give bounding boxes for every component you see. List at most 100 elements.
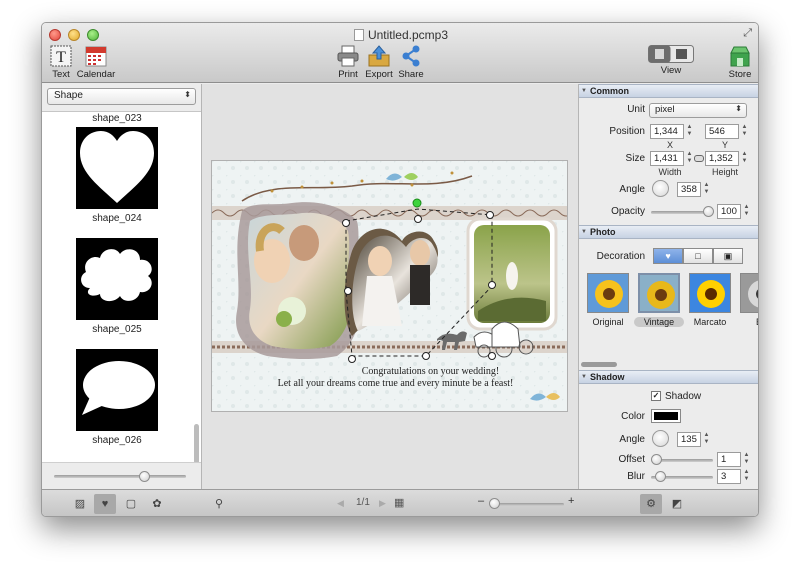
app-window: Untitled.pcmp3 ⤢ T Text Calendar Print E… <box>41 22 759 517</box>
shadow-blur-knob[interactable] <box>655 471 666 482</box>
zoom-knob[interactable] <box>489 498 500 509</box>
size-height-stepper[interactable]: ▲ ▼ <box>741 151 748 166</box>
opacity-knob[interactable] <box>703 206 714 217</box>
photo-section-header[interactable]: Photo <box>579 225 758 239</box>
size-width-field[interactable]: 1,431 <box>650 151 684 166</box>
shadow-offset-knob[interactable] <box>651 454 662 465</box>
toolbar: Untitled.pcmp3 ⤢ T Text Calendar Print E… <box>42 23 758 83</box>
common-section-header[interactable]: Common <box>579 84 758 98</box>
angle-stepper[interactable]: ▲ ▼ <box>703 182 710 197</box>
print-label: Print <box>338 69 358 80</box>
shapes-tab-button[interactable]: ♥ <box>94 494 116 514</box>
angle-dial[interactable] <box>652 180 669 197</box>
greeting-line-2: Let all your dreams come true and every … <box>277 378 514 389</box>
shadow-angle-stepper[interactable]: ▲ ▼ <box>703 432 710 447</box>
calendar-tool-button[interactable]: Calendar <box>76 45 116 80</box>
decoration-frame-segment[interactable]: □ <box>683 248 713 264</box>
shape-item-024[interactable]: shape_024 <box>42 127 192 224</box>
decoration-heart-segment[interactable]: ♥ <box>653 248 683 264</box>
size-width-stepper[interactable]: ▲ ▼ <box>686 151 693 166</box>
filter-vintage-thumbnail[interactable] <box>638 273 680 313</box>
filter-original-thumbnail[interactable] <box>587 273 629 313</box>
filter-bw-label: B& <box>737 317 758 327</box>
design-canvas[interactable]: Congratulations on your wedding! Let all… <box>211 160 568 412</box>
calendar-icon <box>85 46 107 67</box>
card-greeting-text[interactable]: Congratulations on your wedding! Let all… <box>212 366 567 390</box>
decoration-image-segment[interactable]: ▣ <box>713 248 743 264</box>
text-icon: T <box>50 45 72 67</box>
shadow-blur-stepper[interactable]: ▲ ▼ <box>743 469 750 484</box>
view-toggle-icon <box>648 45 694 63</box>
shadow-offset-label: Offset <box>618 454 646 465</box>
filter-original-label: Original <box>592 317 624 327</box>
position-x-stepper[interactable]: ▲ ▼ <box>686 124 693 139</box>
opacity-field[interactable]: 100 <box>717 204 741 219</box>
clipart-tab-button[interactable]: ✿ <box>146 494 168 514</box>
position-x-field[interactable]: 1,344 <box>650 124 684 139</box>
shape-library-panel: Shape ⬍ shape_023 shape_024 shape_025 sh… <box>42 84 202 489</box>
canvas-area: Congratulations on your wedding! Let all… <box>202 84 578 489</box>
angle-field[interactable]: 358 <box>677 182 701 197</box>
zoom-in-button[interactable]: + <box>568 495 574 507</box>
position-y-stepper[interactable]: ▲ ▼ <box>741 124 748 139</box>
book-icon[interactable]: ▦ <box>394 496 404 509</box>
shadow-color-well[interactable] <box>651 409 681 423</box>
zoom-fit-button[interactable]: ⚲ <box>208 494 230 514</box>
fullscreen-icon[interactable]: ⤢ <box>743 27 752 40</box>
cloud-shape-thumbnail <box>76 238 158 320</box>
dropdown-arrow-icon: ⬍ <box>184 90 191 99</box>
shadow-blur-field[interactable]: 3 <box>717 469 741 484</box>
angle-label: Angle <box>619 184 645 195</box>
library-scrollbar[interactable] <box>194 424 199 464</box>
sunflower-icon <box>690 274 730 312</box>
dropdown-arrow-icon: ⬍ <box>735 104 742 113</box>
filter-bw-thumbnail[interactable] <box>740 273 758 313</box>
flower-icon: ✿ <box>152 498 162 510</box>
export-button[interactable]: Export <box>364 45 394 80</box>
photos-tab-button[interactable]: ▨ <box>69 494 91 514</box>
store-label: Store <box>728 69 752 80</box>
share-button[interactable]: Share <box>398 45 424 80</box>
filter-strip-scrollbar[interactable] <box>581 362 617 367</box>
svg-text:T: T <box>56 49 66 66</box>
square-icon: □ <box>695 251 701 261</box>
shape-item-025[interactable]: shape_025 <box>42 238 192 335</box>
layers-icon: ◩ <box>671 498 683 510</box>
shape-item-026[interactable]: shape_026 <box>42 349 192 446</box>
position-y-field[interactable]: 546 <box>705 124 739 139</box>
gear-icon: ⚙ <box>646 498 656 510</box>
opacity-stepper[interactable]: ▲ ▼ <box>743 204 750 219</box>
filter-marcato-label: Marcato <box>693 317 727 327</box>
window-title: Untitled.pcmp3 <box>42 28 758 42</box>
next-page-button[interactable]: ▶ <box>379 498 386 509</box>
store-icon <box>730 46 750 67</box>
shadow-angle-field[interactable]: 135 <box>677 432 701 447</box>
thumbnail-size-slider[interactable] <box>54 475 186 478</box>
zoom-slider[interactable] <box>490 503 564 506</box>
y-axis-label: Y <box>721 140 728 150</box>
image-icon: ▣ <box>723 251 733 261</box>
settings-tab-button[interactable]: ⚙ <box>640 494 662 514</box>
shadow-offset-field[interactable]: 1 <box>717 452 741 467</box>
frames-tab-button[interactable]: ▢ <box>120 494 142 514</box>
shadow-angle-dial[interactable] <box>652 430 669 447</box>
aspect-lock-icon[interactable] <box>694 155 704 162</box>
filter-marcato-thumbnail[interactable] <box>689 273 731 313</box>
layers-tab-button[interactable]: ◩ <box>666 494 688 514</box>
zoom-out-button[interactable]: – <box>478 495 484 507</box>
shadow-checkbox[interactable]: ✓ <box>651 391 661 401</box>
speech-bubble-shape-icon <box>82 361 155 415</box>
shadow-section-header[interactable]: Shadow <box>579 370 758 384</box>
store-button[interactable]: Store <box>726 45 754 80</box>
shadow-offset-stepper[interactable]: ▲ ▼ <box>743 452 750 467</box>
print-button[interactable]: Print <box>336 45 360 80</box>
text-tool-button[interactable]: T Text <box>46 45 76 80</box>
size-height-field[interactable]: 1,352 <box>705 151 739 166</box>
thumbnail-size-knob[interactable] <box>139 471 150 482</box>
previous-page-button[interactable]: ◀ <box>337 498 344 509</box>
shape-item-023[interactable]: shape_023 <box>42 113 192 124</box>
library-category-dropdown[interactable]: Shape ⬍ <box>47 88 196 105</box>
unit-dropdown[interactable]: pixel ⬍ <box>649 103 747 118</box>
shadow-checkbox-label: Shadow <box>665 391 702 402</box>
view-button[interactable]: View <box>646 45 696 76</box>
